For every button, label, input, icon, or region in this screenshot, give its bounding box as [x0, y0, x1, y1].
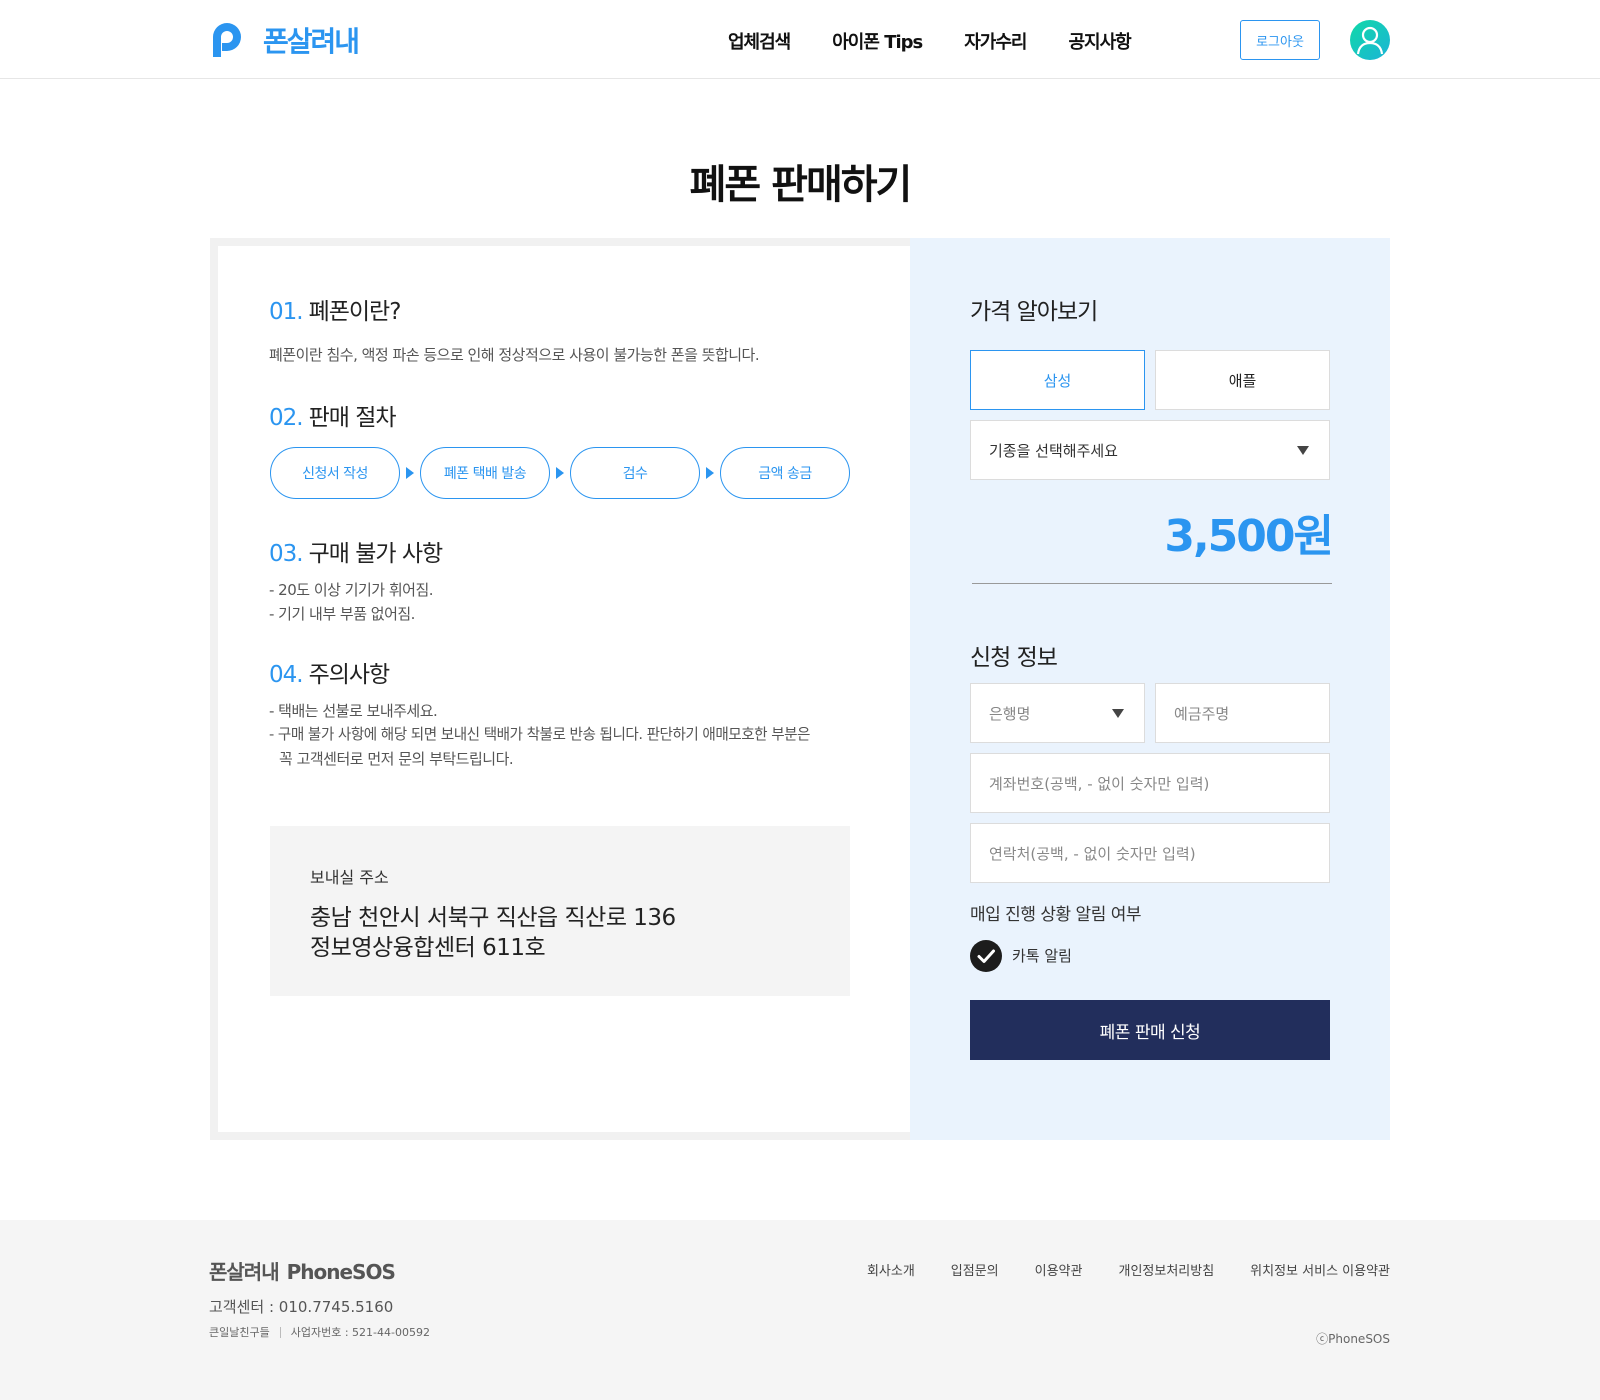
check-icon [977, 949, 995, 963]
site-header: 폰살려내 업체검색 아이폰 Tips 자가수리 공지사항 로그아웃 [0, 0, 1600, 79]
section-number: 02. [269, 405, 304, 431]
section-heading-cautions: 04. 주의사항 [269, 655, 391, 689]
page-title: 폐폰 판매하기 [689, 162, 913, 208]
section-title: 판매 절차 [308, 405, 397, 431]
notification-label: 매입 진행 상황 알림 여부 [970, 905, 1142, 925]
phone-input[interactable]: 연락처(공백, - 없이 숫자만 입력) [970, 823, 1330, 883]
list-item: - 구매 불가 사항에 해당 되면 보내신 택배가 착불로 반송 됩니다. 판단… [269, 726, 811, 743]
footer-link-partner-inquiry[interactable]: 입점문의 [951, 1260, 999, 1279]
nav-item-self-repair[interactable]: 자가수리 [964, 28, 1027, 54]
company-info: 큰일날친구들 사업자번호 : 521-44-00592 [209, 1324, 430, 1340]
model-select-value: 기종을 선택해주세요 [989, 441, 1118, 460]
section-title: 구매 불가 사항 [308, 541, 444, 567]
bank-select[interactable]: 은행명 [970, 683, 1145, 743]
list-item: - 기기 내부 부품 없어짐. [269, 605, 415, 623]
phone-placeholder: 연락처(공백, - 없이 숫자만 입력) [989, 844, 1196, 863]
section-number: 01. [269, 299, 304, 325]
address-line-2: 정보영상융합센터 611호 [310, 935, 546, 961]
business-number: 사업자번호 : 521-44-00592 [290, 1326, 430, 1339]
account-holder-placeholder: 예금주명 [1174, 704, 1230, 723]
list-item: - 20도 이상 기기가 휘어짐. [269, 581, 434, 599]
step-payment: 금액 송금 [720, 447, 850, 499]
section-number: 03. [269, 541, 304, 567]
section-title: 폐폰이란? [308, 299, 402, 325]
footer-links: 회사소개 입점문의 이용약관 개인정보처리방침 위치정보 서비스 이용약관 [831, 1260, 1390, 1279]
kakao-checkbox-label[interactable]: 카톡 알림 [1012, 945, 1072, 966]
bank-select-placeholder: 은행명 [989, 704, 1031, 723]
footer-logo-en: PhoneSOS [286, 1260, 396, 1284]
step-application: 신청서 작성 [270, 447, 400, 499]
footer-logo: 폰살려내 PhoneSOS [209, 1256, 396, 1285]
site-footer: 폰살려내 PhoneSOS 고객센터 : 010.7745.5160 큰일날친구들… [0, 1220, 1600, 1400]
avatar[interactable] [1350, 20, 1390, 60]
logout-button[interactable]: 로그아웃 [1240, 20, 1320, 60]
address-label: 보내실 주소 [310, 868, 389, 887]
brand-tab-samsung[interactable]: 삼성 [970, 350, 1145, 410]
user-icon [1356, 26, 1384, 55]
company-name: 큰일날친구들 [209, 1326, 270, 1339]
section-heading-what-is: 01. 폐폰이란? [269, 292, 402, 326]
triangle-right-icon [400, 467, 420, 479]
footer-logo-ko: 폰살려내 [209, 1260, 280, 1284]
section-heading-procedure: 02. 판매 절차 [269, 398, 397, 432]
section-heading-not-accepted: 03. 구매 불가 사항 [269, 534, 444, 568]
price-value: 3,500원 [1164, 511, 1334, 562]
triangle-right-icon [550, 467, 570, 479]
kakao-checkbox[interactable] [970, 940, 1002, 972]
nav-item-company-search[interactable]: 업체검색 [728, 28, 791, 54]
footer-link-privacy[interactable]: 개인정보처리방침 [1118, 1260, 1214, 1279]
footer-link-about[interactable]: 회사소개 [867, 1260, 915, 1279]
section-number: 04. [269, 662, 304, 688]
step-inspection: 검수 [570, 447, 700, 499]
chevron-down-icon [1297, 446, 1309, 455]
divider [279, 1326, 281, 1338]
account-number-placeholder: 계좌번호(공백, - 없이 숫자만 입력) [989, 774, 1210, 793]
logo[interactable]: 폰살려내 [209, 20, 360, 60]
brand-tab-apple[interactable]: 애플 [1155, 350, 1330, 410]
shipping-address-box: 보내실 주소 충남 천안시 서북구 직산읍 직산로 136 정보영상융합센터 6… [270, 826, 850, 996]
procedure-steps: 신청서 작성 폐폰 택배 발송 검수 금액 송금 [270, 447, 850, 499]
customer-center: 고객센터 : 010.7745.5160 [209, 1298, 394, 1316]
step-shipping: 폐폰 택배 발송 [420, 447, 550, 499]
account-holder-input[interactable]: 예금주명 [1155, 683, 1330, 743]
price-section-title: 가격 알아보기 [970, 299, 1098, 325]
divider [972, 583, 1332, 584]
copyright: ⓒPhoneSOS [1316, 1332, 1390, 1346]
section-title: 주의사항 [308, 662, 391, 688]
logo-text: 폰살려내 [263, 25, 360, 58]
nav-item-iphone-tips[interactable]: 아이폰 Tips [832, 28, 923, 54]
nav-item-notice[interactable]: 공지사항 [1069, 28, 1132, 54]
model-select[interactable]: 기종을 선택해주세요 [970, 420, 1330, 480]
main-nav: 업체검색 아이폰 Tips 자가수리 공지사항 [728, 28, 1173, 54]
section-body: 폐폰이란 침수, 액정 파손 등으로 인해 정상적으로 사용이 불가능한 폰을 … [269, 346, 760, 364]
list-item: 꼭 고객센터로 먼저 문의 부탁드립니다. [279, 750, 514, 768]
footer-link-location-terms[interactable]: 위치정보 서비스 이용약관 [1250, 1260, 1390, 1279]
list-item: - 택배는 선불로 보내주세요. [269, 702, 438, 720]
account-number-input[interactable]: 계좌번호(공백, - 없이 숫자만 입력) [970, 753, 1330, 813]
apply-section-title: 신청 정보 [970, 645, 1058, 671]
triangle-right-icon [700, 467, 720, 479]
info-card [218, 246, 910, 1132]
chevron-down-icon [1112, 709, 1124, 718]
address-line-1: 충남 천안시 서북구 직산읍 직산로 136 [310, 905, 676, 931]
submit-sale-button[interactable]: 폐폰 판매 신청 [970, 1000, 1330, 1060]
logo-p-icon [213, 23, 241, 57]
footer-link-terms[interactable]: 이용약관 [1035, 1260, 1083, 1279]
